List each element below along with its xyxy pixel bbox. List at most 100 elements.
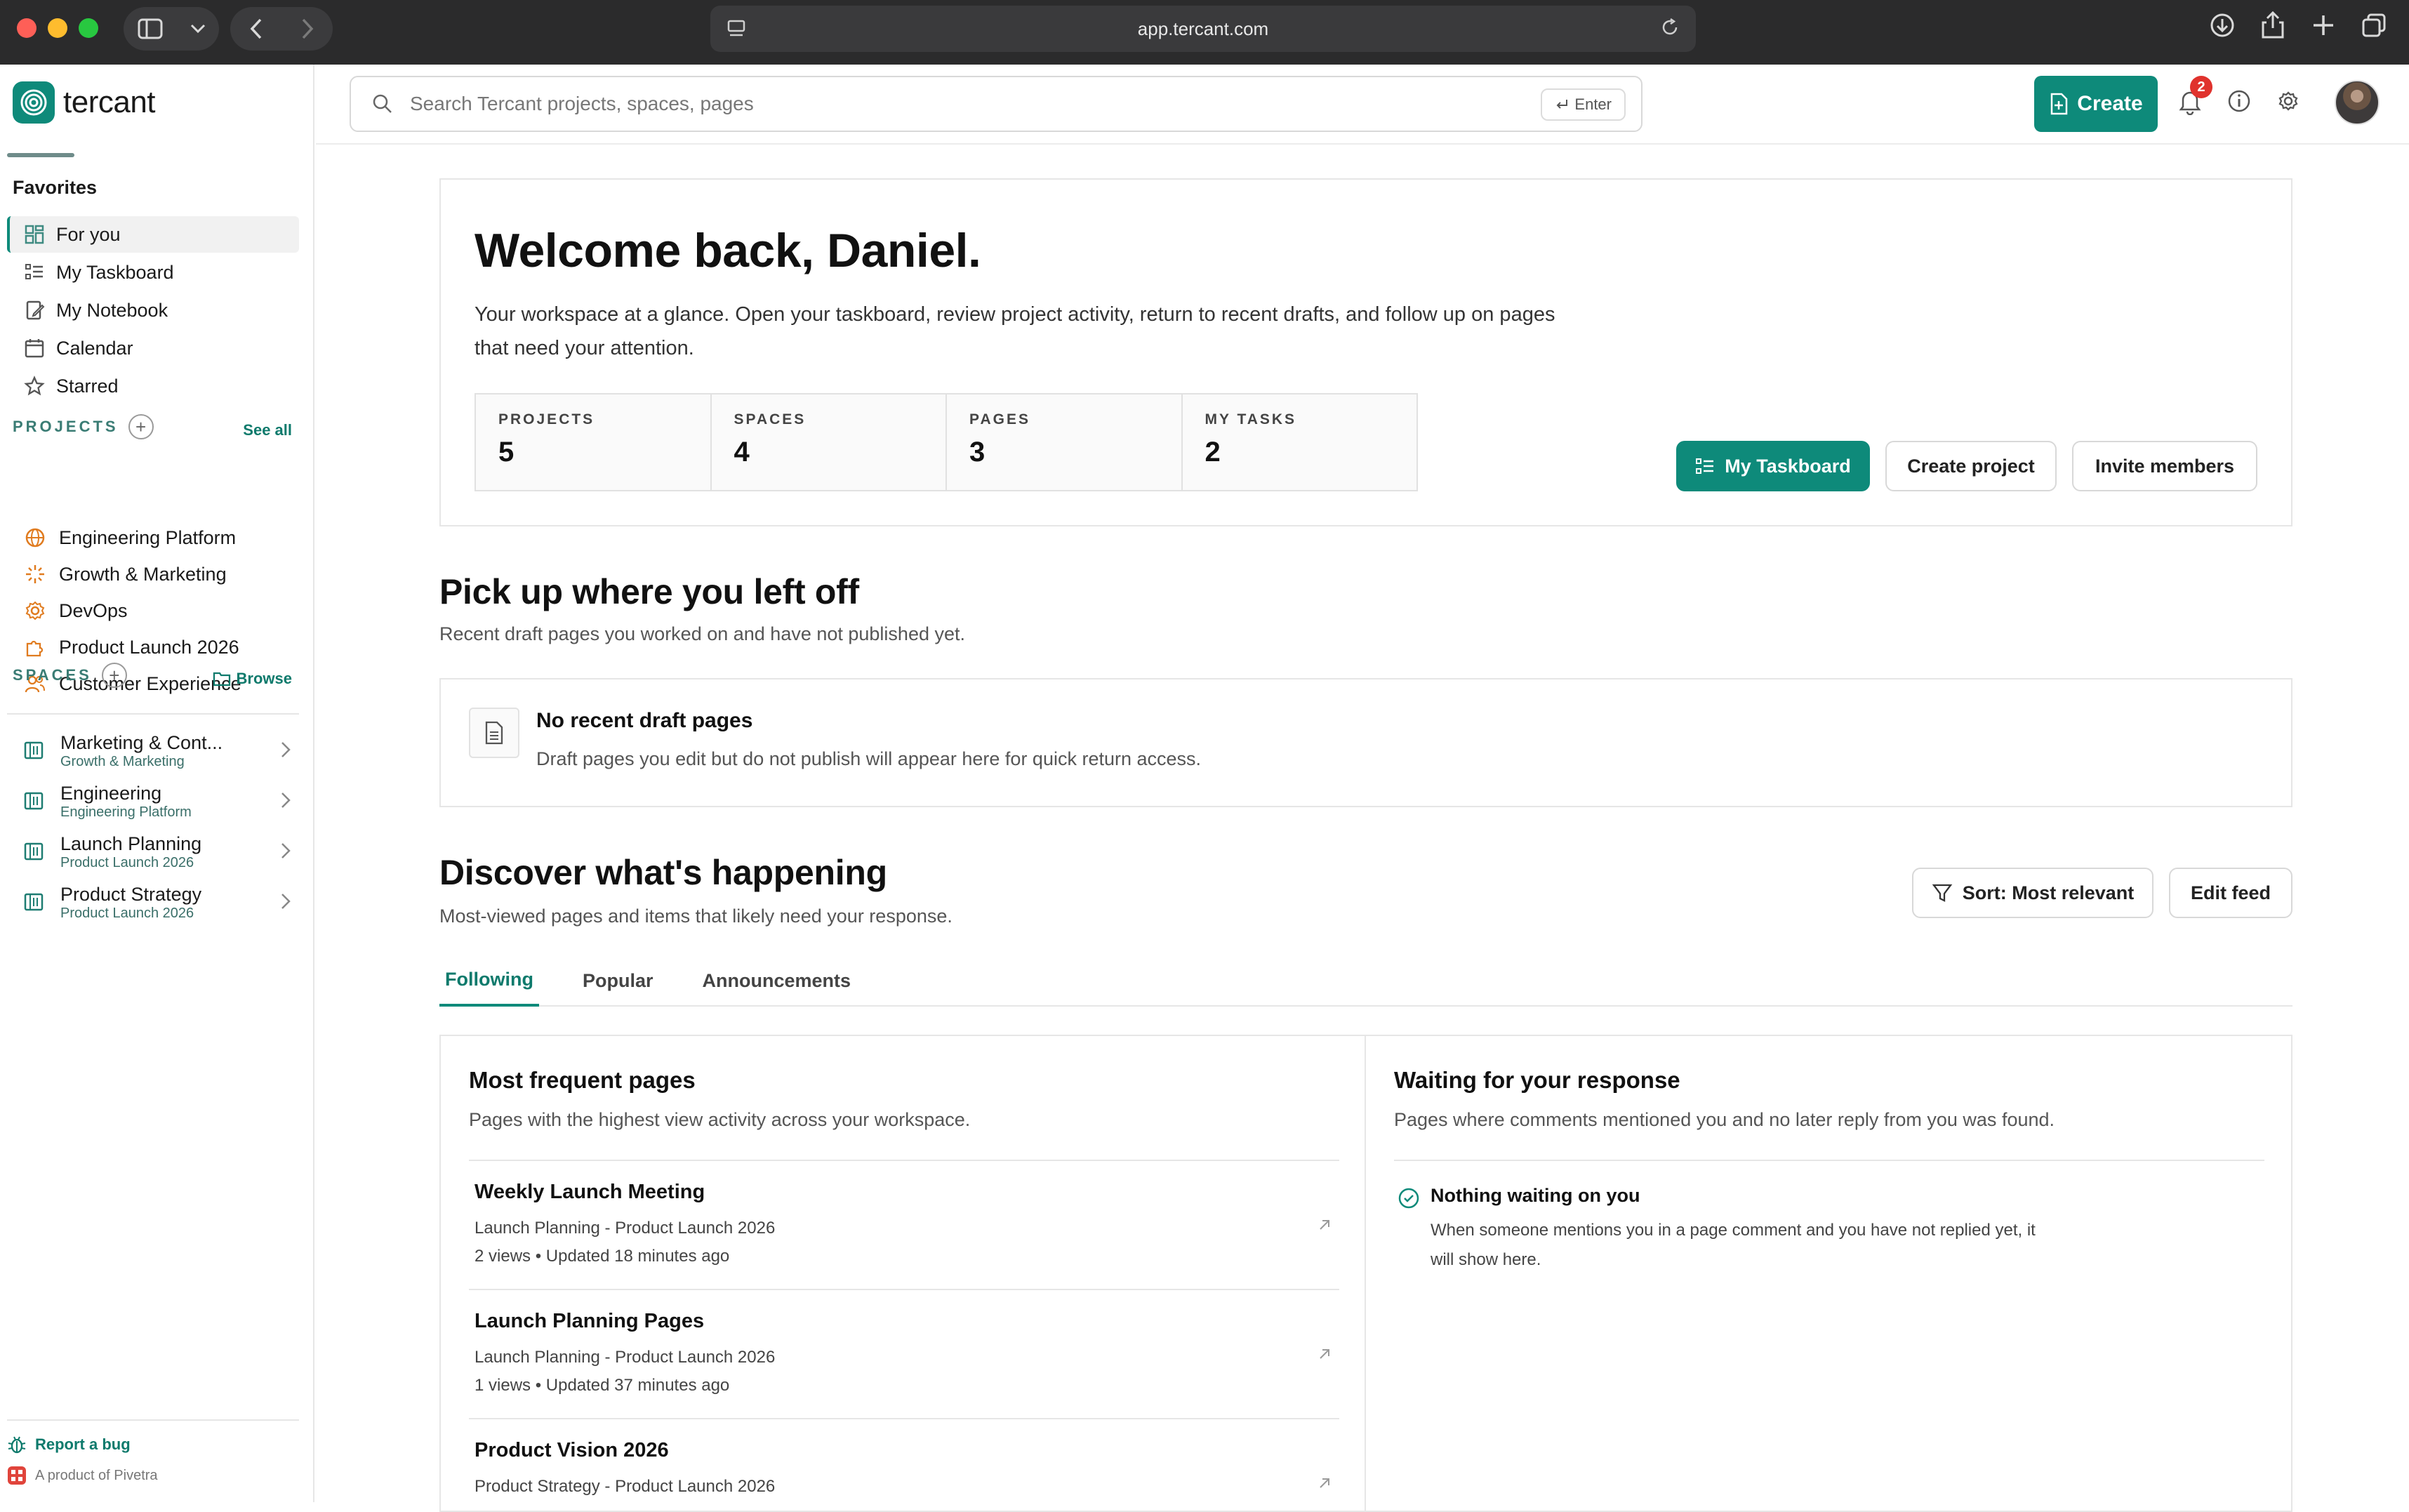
page-title: Product Vision 2026: [474, 1439, 669, 1461]
grid-icon: [24, 224, 45, 245]
page-row[interactable]: Weekly Launch Meeting Launch Planning - …: [469, 1161, 1339, 1290]
space-item-engineering[interactable]: Engineering Engineering Platform: [24, 776, 291, 827]
tab-overview-icon[interactable]: [2358, 10, 2389, 41]
chevron-right-icon[interactable]: [281, 792, 291, 809]
add-project-button[interactable]: +: [128, 414, 154, 439]
chevron-right-icon[interactable]: [281, 893, 291, 910]
create-project-button[interactable]: Create project: [1885, 441, 2057, 491]
forward-icon[interactable]: [301, 18, 314, 39]
sidebar-toggle-icon[interactable]: [138, 18, 163, 39]
sidebar-toggle-group[interactable]: [124, 7, 219, 51]
page-row[interactable]: Product Vision 2026 Product Strategy - P…: [469, 1419, 1339, 1504]
open-external-icon[interactable]: [1317, 1475, 1332, 1491]
spaces-browse-link[interactable]: Browse: [213, 670, 292, 688]
project-item-devops[interactable]: DevOps: [24, 592, 305, 629]
stat-spaces[interactable]: SPACES 4: [712, 394, 947, 490]
space-name: Engineering: [60, 782, 162, 804]
page-settings-icon[interactable]: [726, 18, 747, 39]
space-name: Marketing & Cont...: [60, 731, 223, 753]
my-taskboard-label: My Taskboard: [1725, 455, 1851, 477]
sparkle-icon: [24, 563, 46, 585]
stat-projects[interactable]: PROJECTS 5: [476, 394, 712, 490]
page-stats: 2 views • Updated 18 minutes ago: [474, 1247, 730, 1266]
chevron-down-icon[interactable]: [190, 24, 206, 34]
my-taskboard-button[interactable]: My Taskboard: [1676, 441, 1870, 491]
tab-announcements[interactable]: Announcements: [697, 955, 857, 1007]
chevron-right-icon[interactable]: [281, 741, 291, 758]
project-item-growth-marketing[interactable]: Growth & Marketing: [24, 556, 305, 592]
browser-chrome: app.tercant.com: [0, 0, 2409, 65]
top-icon-group: 2: [2177, 76, 2301, 115]
page-row[interactable]: Launch Planning Pages Launch Planning - …: [469, 1290, 1339, 1419]
feed-tabs: Following Popular Announcements: [439, 955, 2292, 1007]
sidebar-footer-divider: [7, 1419, 299, 1421]
invite-members-button[interactable]: Invite members: [2072, 441, 2257, 491]
taskboard-icon: [1695, 457, 1715, 475]
space-item-marketing-content[interactable]: Marketing & Cont... Growth & Marketing: [24, 726, 291, 776]
search-input[interactable]: Search Tercant projects, spaces, pages E…: [350, 76, 1642, 132]
back-icon[interactable]: [250, 18, 263, 39]
projects-see-all-link[interactable]: See all: [243, 421, 292, 439]
project-item-product-launch-2026[interactable]: Product Launch 2026: [24, 629, 305, 665]
reload-icon[interactable]: [1659, 17, 1680, 38]
space-name: Launch Planning: [60, 833, 202, 854]
space-text: Product Strategy Product Launch 2026: [60, 884, 201, 922]
nav-item-my-taskboard[interactable]: My Taskboard: [7, 254, 299, 291]
stat-pages[interactable]: PAGES 3: [947, 394, 1183, 490]
share-icon[interactable]: [2257, 10, 2288, 41]
edit-feed-button[interactable]: Edit feed: [2169, 868, 2292, 918]
close-window-button[interactable]: [17, 18, 36, 38]
open-external-icon[interactable]: [1317, 1346, 1332, 1362]
notifications-button[interactable]: 2: [2177, 76, 2212, 115]
waiting-empty-title: Nothing waiting on you: [1431, 1185, 1640, 1206]
search-placeholder: Search Tercant projects, spaces, pages: [410, 93, 754, 114]
address-bar[interactable]: app.tercant.com: [710, 6, 1696, 52]
add-space-button[interactable]: +: [101, 663, 127, 688]
page-location: Product Strategy - Product Launch 2026: [474, 1477, 776, 1496]
nav-item-my-notebook[interactable]: My Notebook: [7, 292, 299, 329]
space-icon: [24, 892, 45, 913]
sidebar-resize-indicator: [7, 153, 74, 157]
nav-item-calendar[interactable]: Calendar: [7, 330, 299, 366]
puzzle-icon: [24, 636, 46, 658]
app-logo[interactable]: tercant: [13, 81, 156, 124]
user-avatar[interactable]: [2335, 80, 2380, 125]
stat-my-tasks[interactable]: MY TASKS 2: [1183, 394, 1417, 490]
space-icon: [24, 842, 45, 863]
minimize-window-button[interactable]: [48, 18, 67, 38]
open-external-icon[interactable]: [1317, 1217, 1332, 1233]
tab-following[interactable]: Following: [439, 955, 539, 1007]
nav-item-starred[interactable]: Starred: [7, 368, 299, 404]
page-location: Launch Planning - Product Launch 2026: [474, 1219, 776, 1238]
space-project: Product Launch 2026: [60, 855, 194, 871]
drafts-empty-title: No recent draft pages: [536, 709, 753, 732]
return-icon: [1555, 98, 1569, 111]
project-label: Product Launch 2026: [59, 636, 239, 658]
favorites-nav: For you My Taskboard My Notebook Calenda…: [7, 216, 299, 406]
new-tab-icon[interactable]: [2308, 10, 2339, 41]
download-icon[interactable]: [2207, 10, 2238, 41]
sort-button[interactable]: Sort: Most relevant: [1912, 868, 2154, 918]
nav-label: Calendar: [56, 337, 133, 359]
space-item-product-strategy[interactable]: Product Strategy Product Launch 2026: [24, 877, 291, 928]
info-icon[interactable]: [2226, 88, 2252, 115]
zoom-window-button[interactable]: [79, 18, 98, 38]
chevron-right-icon[interactable]: [281, 842, 291, 859]
settings-gear-icon[interactable]: [2276, 88, 2301, 115]
create-button[interactable]: Create: [2034, 76, 2158, 132]
top-bar: Search Tercant projects, spaces, pages E…: [316, 65, 2409, 145]
logo-mark-icon: [13, 81, 55, 124]
nav-item-for-you[interactable]: For you: [7, 216, 299, 253]
space-item-launch-planning[interactable]: Launch Planning Product Launch 2026: [24, 827, 291, 877]
tab-popular[interactable]: Popular: [577, 955, 659, 1007]
nav-label: My Taskboard: [56, 261, 174, 283]
spaces-section-label: SPACES +: [13, 663, 127, 688]
browse-label: Browse: [236, 670, 292, 687]
report-bug-link[interactable]: Report a bug: [7, 1435, 131, 1454]
globe-icon: [24, 526, 46, 549]
stat-label: MY TASKS: [1204, 411, 1297, 427]
welcome-title: Welcome back, Daniel.: [474, 224, 981, 277]
stat-value: 3: [969, 437, 985, 467]
project-item-engineering-platform[interactable]: Engineering Platform: [24, 519, 305, 556]
welcome-card: Welcome back, Daniel. Your workspace at …: [439, 178, 2292, 526]
